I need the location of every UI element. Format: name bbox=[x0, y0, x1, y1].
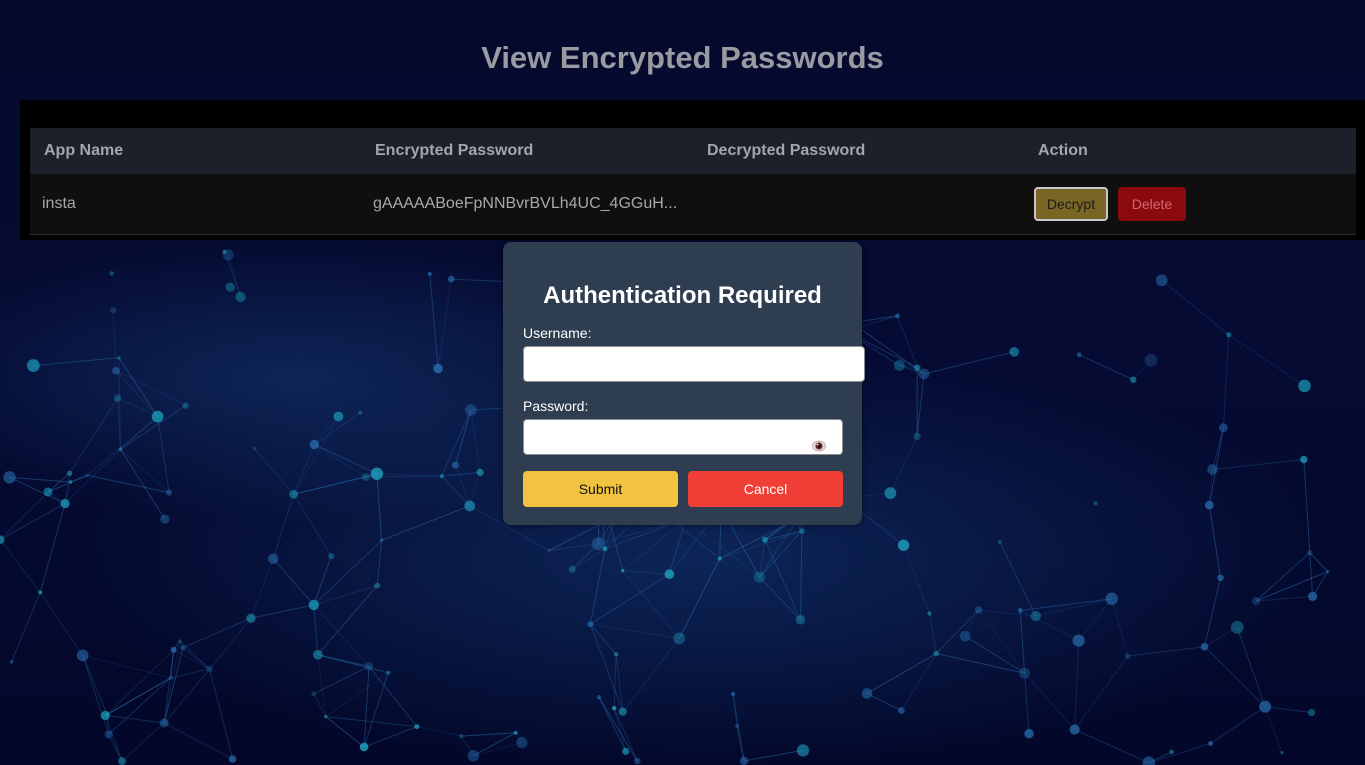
submit-button[interactable]: Submit bbox=[523, 471, 678, 507]
modal-title: Authentication Required bbox=[543, 282, 822, 309]
password-input[interactable] bbox=[523, 419, 843, 455]
column-header-encrypted-password: Encrypted Password bbox=[375, 142, 534, 159]
column-header-decrypted-password: Decrypted Password bbox=[707, 142, 866, 159]
passwords-table-card: App Name Encrypted Password Decrypted Pa… bbox=[20, 100, 1365, 240]
username-input[interactable] bbox=[523, 346, 865, 382]
table-header-row: App Name Encrypted Password Decrypted Pa… bbox=[30, 128, 1356, 174]
cancel-button[interactable]: Cancel bbox=[688, 471, 843, 507]
username-label: Username: bbox=[523, 325, 592, 341]
password-label: Password: bbox=[523, 398, 589, 414]
table-row: insta gAAAAABoeFpNNBvrBVLh4UC_4GGuH... D… bbox=[30, 174, 1356, 234]
page-title: View Encrypted Passwords bbox=[481, 40, 884, 75]
decrypted-password-cell bbox=[693, 174, 1024, 234]
decrypt-button[interactable]: Decrypt bbox=[1034, 186, 1108, 221]
app-name-cell: insta bbox=[42, 194, 76, 212]
delete-button[interactable]: Delete bbox=[1118, 186, 1186, 221]
authentication-modal: Authentication Required Username: Passwo… bbox=[503, 242, 865, 525]
action-cell: Decrypt Delete bbox=[1024, 174, 1356, 234]
column-header-action: Action bbox=[1038, 142, 1088, 159]
encrypted-password-cell: gAAAAABoeFpNNBvrBVLh4UC_4GGuH... bbox=[373, 194, 678, 212]
column-header-app-name: App Name bbox=[44, 142, 124, 159]
passwords-table: App Name Encrypted Password Decrypted Pa… bbox=[30, 128, 1356, 235]
eye-icon[interactable] bbox=[812, 439, 826, 453]
